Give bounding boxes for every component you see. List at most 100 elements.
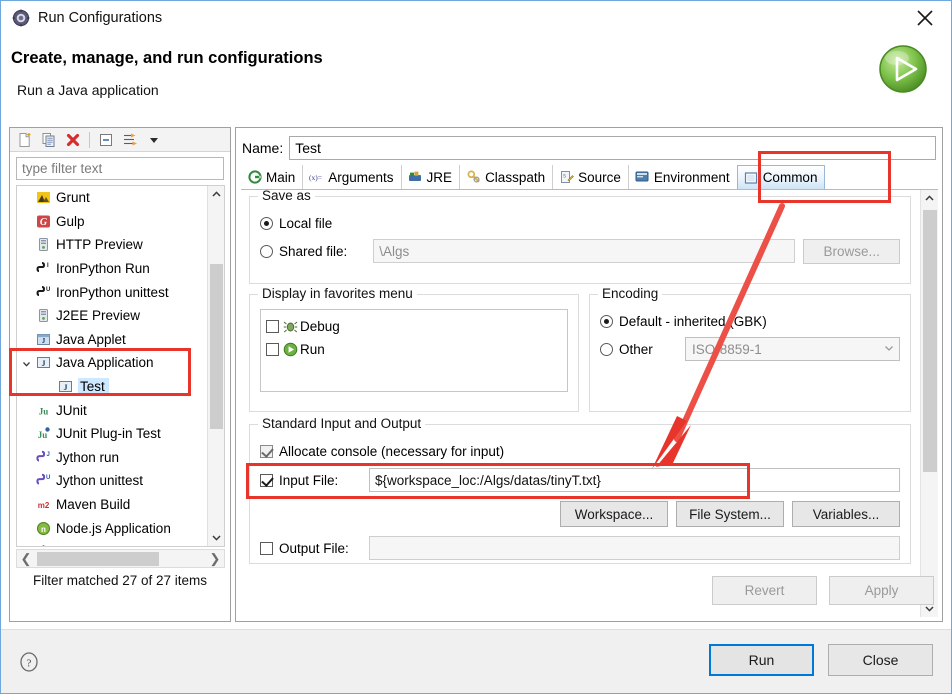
svg-text:J: J — [63, 383, 67, 392]
local-file-radio[interactable] — [260, 216, 273, 230]
debug-checkbox[interactable] — [266, 320, 279, 333]
shared-file-radio[interactable] — [260, 244, 273, 258]
workspace-button[interactable]: Workspace... — [560, 501, 668, 527]
scroll-up-icon[interactable] — [208, 186, 224, 203]
tree-item-nodejs-application[interactable]: n Node.js Application — [17, 516, 208, 540]
name-input[interactable]: Test — [289, 136, 936, 160]
variables-button[interactable]: Variables... — [792, 501, 900, 527]
input-file-input[interactable]: ${workspace_loc:/Algs/datas/tinyT.txt} — [369, 468, 900, 492]
file-system-button[interactable]: File System... — [676, 501, 784, 527]
run-button[interactable]: Run — [709, 644, 814, 676]
local-file-row[interactable]: Local file — [260, 211, 900, 235]
output-file-checkbox[interactable] — [260, 541, 273, 555]
configurations-tree[interactable]: Grunt G Gulp HTTP Preview I IronPython R… — [16, 185, 225, 547]
shared-file-input[interactable]: \Algs — [373, 239, 796, 263]
tree-item-maven-build[interactable]: m2 Maven Build — [17, 493, 208, 517]
encoding-default-row[interactable]: Default - inherited (GBK) — [600, 309, 900, 333]
svg-text:n: n — [41, 525, 46, 534]
tree-item-http-preview[interactable]: HTTP Preview — [17, 233, 208, 257]
duplicate-configuration-icon[interactable] — [38, 129, 60, 150]
server-icon — [35, 237, 51, 253]
tree-item-java-application[interactable]: J Java Application — [17, 351, 208, 375]
tree-item-label: Test — [78, 378, 109, 396]
tab-label: Main — [266, 169, 296, 185]
tab-label: Environment — [653, 169, 730, 185]
help-question-icon[interactable]: ? — [19, 652, 39, 672]
tree-item-gulp[interactable]: G Gulp — [17, 210, 208, 234]
osgi-icon — [35, 544, 51, 546]
tab-label: Source — [578, 169, 621, 185]
output-file-input[interactable] — [369, 536, 900, 560]
favorites-item-run[interactable]: Run — [266, 338, 567, 361]
tree-hscrollbar-thumb[interactable] — [37, 552, 159, 566]
java-application-icon: J — [57, 379, 73, 395]
favorites-list[interactable]: Debug Run — [260, 309, 568, 392]
encoding-other-combo[interactable]: ISO-8859-1 — [685, 337, 900, 361]
tab-label: Common — [762, 170, 818, 185]
allocate-console-row[interactable]: Allocate console (necessary for input) — [260, 439, 900, 463]
tree-item-jython-unittest[interactable]: U Jython unittest — [17, 469, 208, 493]
tab-main[interactable]: Main — [241, 165, 302, 189]
tree-horizontal-scrollbar[interactable]: ❮ ❯ — [16, 549, 225, 568]
svg-text:U: U — [46, 475, 50, 481]
encoding-other-value: ISO-8859-1 — [692, 341, 762, 357]
scroll-up-icon[interactable] — [921, 190, 938, 207]
tab-common[interactable]: Common — [736, 165, 826, 189]
jython-unittest-icon: U — [35, 473, 51, 489]
svg-text:J: J — [41, 337, 45, 345]
tab-environment[interactable]: Environment — [627, 165, 737, 189]
tree-item-ironpython-unittest[interactable]: U IronPython unittest — [17, 280, 208, 304]
collapse-all-icon[interactable] — [95, 129, 117, 150]
tree-item-java-applet[interactable]: J Java Applet — [17, 328, 208, 352]
chevron-down-icon[interactable] — [143, 129, 165, 150]
delete-configuration-icon[interactable] — [62, 129, 84, 150]
browse-button[interactable]: Browse... — [803, 238, 900, 264]
tab-label: Classpath — [485, 169, 546, 185]
save-as-group: Save as Local file Shared file: \Algs Br… — [249, 190, 911, 284]
content-vertical-scrollbar[interactable] — [920, 190, 938, 617]
scroll-right-icon[interactable]: ❯ — [206, 550, 224, 567]
content-scrollbar-thumb[interactable] — [923, 210, 937, 472]
tree-item-grunt[interactable]: Grunt — [17, 186, 208, 210]
tree-item-ironpython-run[interactable]: I IronPython Run — [17, 257, 208, 281]
output-file-row: Output File: — [260, 536, 900, 560]
apply-button[interactable]: Apply — [829, 576, 934, 605]
tree-vertical-scrollbar[interactable] — [207, 186, 224, 546]
dialog-body: type filter text Grunt G Gulp HTTP Previ… — [1, 121, 951, 629]
encoding-default-radio[interactable] — [600, 314, 613, 328]
chevron-down-icon[interactable] — [21, 357, 32, 368]
encoding-other-radio[interactable] — [600, 342, 613, 356]
tab-classpath[interactable]: Classpath — [459, 165, 552, 189]
jre-icon — [408, 170, 423, 185]
filter-icon[interactable] — [119, 129, 141, 150]
close-icon[interactable] — [905, 3, 945, 33]
favorites-item-debug[interactable]: Debug — [266, 315, 567, 338]
name-value: Test — [295, 140, 321, 156]
allocate-console-checkbox[interactable] — [260, 444, 273, 458]
input-file-checkbox[interactable] — [260, 473, 273, 487]
tree-item-osgi-framework[interactable]: OSGi Framework — [17, 540, 208, 546]
tab-jre[interactable]: JRE — [400, 165, 460, 189]
tree-item-jython-run[interactable]: J Jython run — [17, 446, 208, 470]
revert-button[interactable]: Revert — [712, 576, 817, 605]
close-button[interactable]: Close — [828, 644, 933, 676]
chevron-down-icon[interactable] — [883, 342, 895, 357]
tree-scrollbar-thumb[interactable] — [210, 264, 223, 429]
tree-item-junit-plugin-test[interactable]: Ju JUnit Plug-in Test — [17, 422, 208, 446]
tab-arguments[interactable]: (x)= Arguments — [302, 165, 400, 189]
revert-label: Revert — [744, 583, 785, 598]
run-checkbox[interactable] — [266, 343, 279, 356]
tree-item-junit[interactable]: Ju JUnit — [17, 398, 208, 422]
tree-item-j2ee-preview[interactable]: J2EE Preview — [17, 304, 208, 328]
svg-text:U: U — [46, 287, 50, 293]
input-file-label: Input File: — [279, 472, 339, 488]
tree-item-label: Jython unittest — [56, 473, 144, 489]
search-input[interactable]: type filter text — [16, 157, 224, 180]
scroll-down-icon[interactable] — [208, 529, 224, 546]
shared-file-row: Shared file: \Algs Browse... — [260, 238, 900, 264]
new-configuration-icon[interactable] — [14, 129, 36, 150]
tree-item-test[interactable]: J Test — [17, 375, 208, 399]
scroll-left-icon[interactable]: ❮ — [17, 550, 35, 567]
tab-source[interactable]: S Source — [552, 165, 628, 189]
shared-file-value: \Algs — [379, 243, 410, 259]
